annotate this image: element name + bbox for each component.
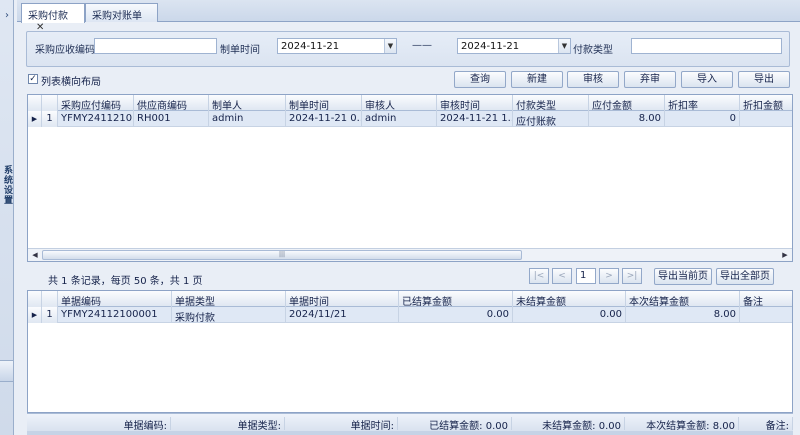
new-button[interactable]: 新建 (511, 71, 563, 88)
bottom-strip (27, 431, 793, 435)
summary-doc-code: 单据编码: (57, 417, 171, 432)
date-from-value: 2024-11-21 (281, 41, 340, 52)
unaudit-button[interactable]: 弃审 (624, 71, 676, 88)
col-header[interactable]: 审核时间 (437, 95, 513, 111)
summary-settled: 已结算金额: 0.00 (398, 417, 512, 432)
left-panel-label: 系统设置 (2, 165, 12, 205)
col-header[interactable]: 制单人 (209, 95, 286, 111)
date-separator: —— (412, 40, 432, 51)
scroll-left-icon[interactable]: ◀ (29, 250, 41, 260)
row-indicator-icon: ▶ (28, 111, 42, 127)
col-header[interactable]: 单据编码 (58, 291, 172, 307)
col-header[interactable]: 应付金额 (589, 95, 665, 111)
horizontal-layout-label: 列表横向布局 (41, 77, 101, 88)
filter-panel: 采购应收编码 制单时间 2024-11-21 ▼ —— 2024-11-21 ▼… (26, 31, 790, 67)
prev-page-button[interactable]: < (552, 268, 572, 284)
col-header[interactable]: 审核人 (362, 95, 437, 111)
export-button[interactable]: 导出 (738, 71, 790, 88)
col-header[interactable]: 折扣率 (665, 95, 740, 111)
cell-doc-time[interactable]: 2024/11/21 (286, 307, 399, 323)
cell-discount-rate[interactable]: 0 (665, 111, 740, 127)
row-number: 1 (42, 111, 58, 127)
col-header[interactable]: 采购应付编码 (58, 95, 134, 111)
code-label: 采购应收编码 (35, 45, 95, 56)
cell-code[interactable]: YFMY2411210... (58, 111, 134, 127)
left-panel-toggle[interactable] (0, 360, 13, 382)
summary-current-settle: 本次结算金额: 8.00 (625, 417, 739, 432)
col-header[interactable]: 供应商编码 (134, 95, 209, 111)
query-button[interactable]: 查询 (454, 71, 506, 88)
date-label: 制单时间 (220, 45, 260, 56)
cell-doc-type[interactable]: 采购付款 (172, 307, 286, 323)
summary-unsettled: 未结算金额: 0.00 (512, 417, 625, 432)
row-number: 1 (42, 307, 58, 323)
next-page-button[interactable]: > (599, 268, 619, 284)
tab-strip: 采购付款✕ 采购对账单 (17, 0, 800, 33)
cell-creator[interactable]: admin (209, 111, 286, 127)
summary-doc-type: 单据类型: (171, 417, 285, 432)
tab-label: 采购付款 (28, 11, 68, 22)
date-to-picker[interactable]: 2024-11-21 ▼ (457, 38, 571, 54)
scroll-thumb[interactable]: ||| (42, 250, 522, 260)
paging-info: 共 1 条记录，每页 50 条，共 1 页 (48, 276, 203, 287)
col-header[interactable]: 已结算金额 (399, 291, 513, 307)
chevron-down-icon[interactable]: ▼ (558, 39, 570, 53)
date-to-value: 2024-11-21 (461, 41, 520, 52)
last-page-button[interactable]: >| (622, 268, 642, 284)
detail-grid: 单据编码 单据类型 单据时间 已结算金额 未结算金额 本次结算金额 备注 ▶ 1… (27, 290, 793, 413)
col-header[interactable]: 本次结算金额 (626, 291, 740, 307)
payable-grid: 采购应付编码 供应商编码 制单人 制单时间 审核人 审核时间 付款类型 应付金额… (27, 94, 793, 262)
pay-type-label: 付款类型 (573, 45, 613, 56)
first-page-button[interactable]: |< (529, 268, 549, 284)
table-row[interactable]: ▶ 1 YFMY2411210... RH001 admin 2024-11-2… (28, 111, 792, 127)
grid-header: 单据编码 单据类型 单据时间 已结算金额 未结算金额 本次结算金额 备注 (28, 291, 792, 307)
col-header[interactable]: 折扣金额 (740, 95, 792, 111)
cell-current-settle[interactable]: 8.00 (626, 307, 740, 323)
chevron-down-icon[interactable]: ▼ (384, 39, 396, 53)
expand-arrow-icon[interactable]: › (2, 10, 12, 21)
audit-button[interactable]: 审核 (567, 71, 619, 88)
col-header[interactable]: 单据时间 (286, 291, 399, 307)
horizontal-scrollbar[interactable]: ◀ ||| ▶ (28, 248, 792, 261)
grid-header: 采购应付编码 供应商编码 制单人 制单时间 审核人 审核时间 付款类型 应付金额… (28, 95, 792, 111)
tab-purchase-statement[interactable]: 采购对账单 (85, 3, 158, 22)
cell-remark[interactable] (740, 307, 792, 323)
col-header[interactable]: 备注 (740, 291, 792, 307)
table-row[interactable]: ▶ 1 YFMY24112100001 采购付款 2024/11/21 0.00… (28, 307, 792, 323)
cell-supplier[interactable]: RH001 (134, 111, 209, 127)
left-collapsed-panel[interactable]: › 系统设置 (0, 0, 14, 435)
detail-summary-bar: 单据编码: 单据类型: 单据时间: 已结算金额: 0.00 未结算金额: 0.0… (27, 413, 793, 432)
pay-type-input[interactable] (631, 38, 782, 54)
horizontal-layout-checkbox[interactable]: ✓ (28, 74, 38, 84)
cell-pay-type[interactable]: 应付账款 (513, 111, 589, 127)
export-all-pages-button[interactable]: 导出全部页 (716, 268, 774, 285)
cell-unsettled[interactable]: 0.00 (513, 307, 626, 323)
col-header[interactable]: 单据类型 (172, 291, 286, 307)
export-current-page-button[interactable]: 导出当前页 (654, 268, 712, 285)
cell-amount[interactable]: 8.00 (589, 111, 665, 127)
cell-settled[interactable]: 0.00 (399, 307, 513, 323)
cell-create-time[interactable]: 2024-11-21 0... (286, 111, 362, 127)
cell-doc-code[interactable]: YFMY24112100001 (58, 307, 172, 323)
tab-purchase-payment[interactable]: 采购付款✕ (21, 3, 85, 33)
cell-discount-amount[interactable] (740, 111, 792, 127)
date-from-picker[interactable]: 2024-11-21 ▼ (277, 38, 397, 54)
summary-doc-time: 单据时间: (285, 417, 398, 432)
payable-code-input[interactable] (94, 38, 217, 54)
cell-audit-time[interactable]: 2024-11-21 1... (437, 111, 513, 127)
col-header[interactable]: 付款类型 (513, 95, 589, 111)
summary-remark: 备注: (739, 417, 793, 432)
tab-label: 采购对账单 (92, 11, 142, 22)
cell-auditor[interactable]: admin (362, 111, 437, 127)
col-header[interactable]: 制单时间 (286, 95, 362, 111)
scroll-right-icon[interactable]: ▶ (779, 250, 791, 260)
row-indicator-icon: ▶ (28, 307, 42, 323)
page-number-input[interactable]: 1 (576, 268, 596, 284)
col-header[interactable]: 未结算金额 (513, 291, 626, 307)
import-button[interactable]: 导入 (681, 71, 733, 88)
